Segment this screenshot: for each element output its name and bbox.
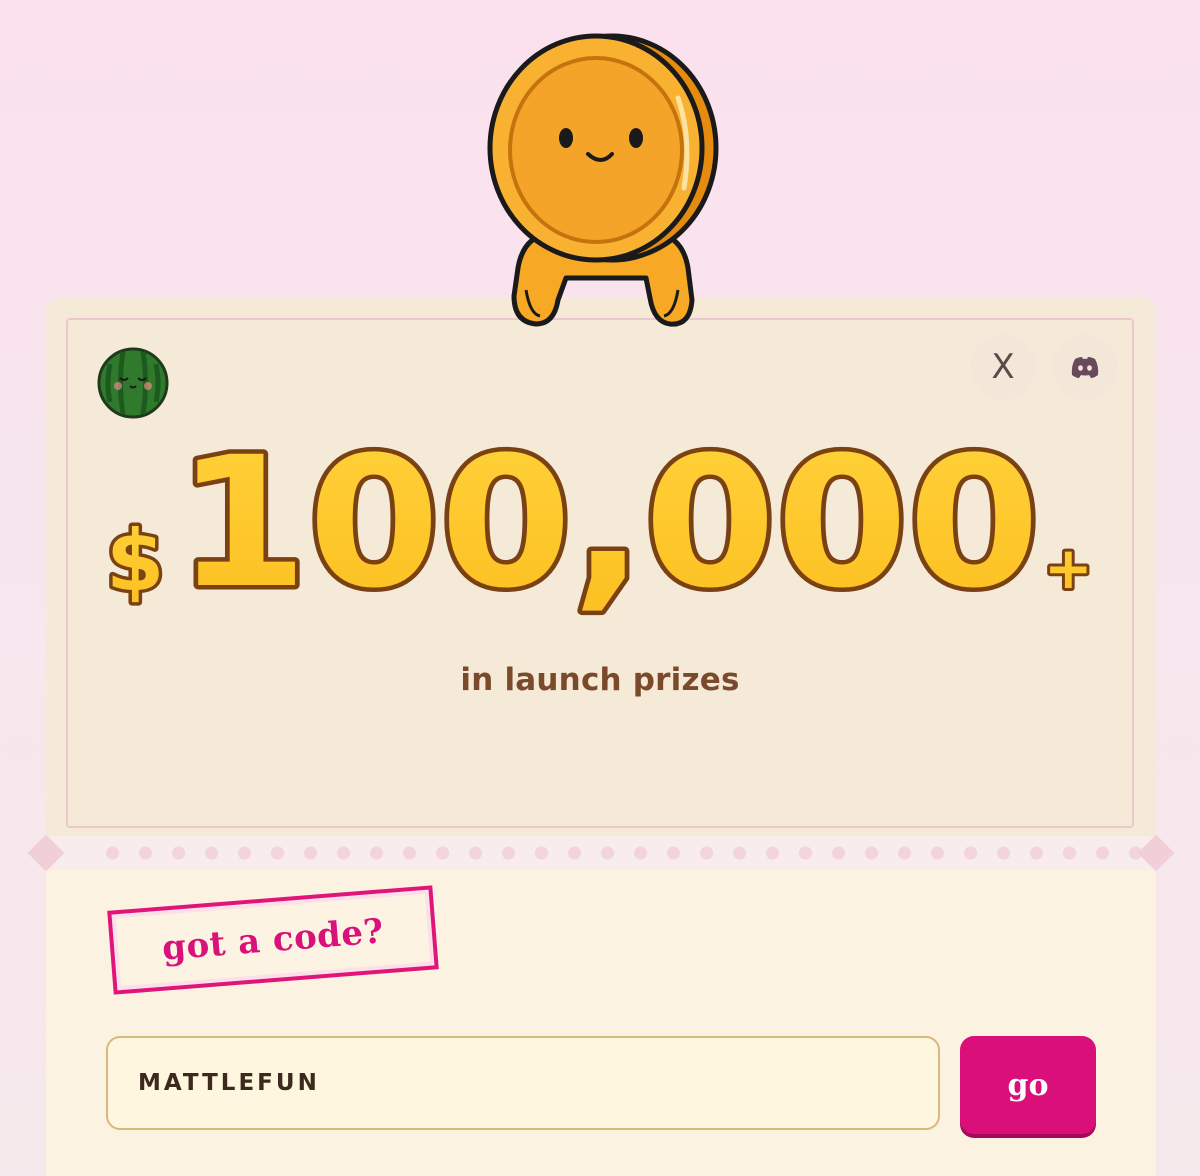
ticket-perforation-divider — [27, 834, 1175, 872]
discord-icon — [1071, 357, 1099, 378]
promo-code-input[interactable] — [106, 1036, 940, 1130]
prize-currency-symbol: $ — [106, 512, 164, 610]
perforation-notch-right — [1137, 834, 1175, 872]
perforation-notch-left — [27, 834, 65, 872]
coin-mascot-illustration — [487, 33, 719, 327]
prize-subtitle: in launch prizes — [460, 662, 740, 698]
watermelon-logo-icon[interactable] — [96, 346, 170, 420]
prize-plus-symbol: + — [1044, 534, 1093, 602]
prize-amount-graphic: $ 100,000 + — [103, 420, 1096, 633]
perforation-dots — [96, 846, 1156, 860]
x-logo-icon: X — [991, 347, 1015, 387]
got-a-code-label: got a code? — [160, 911, 386, 969]
discord-social-button[interactable] — [1052, 334, 1118, 400]
go-button[interactable]: go — [960, 1036, 1096, 1134]
prize-amount: 100,000 — [176, 420, 1040, 628]
x-social-button[interactable]: X — [970, 334, 1036, 400]
